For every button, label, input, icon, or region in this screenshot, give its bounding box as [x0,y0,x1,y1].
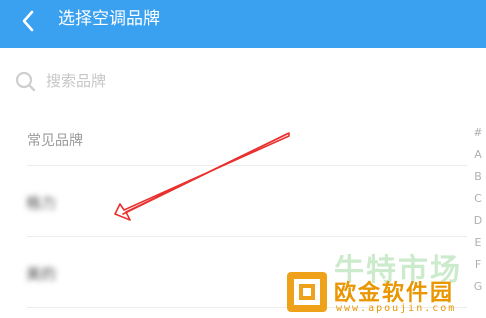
divider [27,307,467,308]
search-input[interactable] [46,68,406,94]
index-letter[interactable]: C [470,188,486,210]
search-icon [15,71,36,92]
brand-name: 格力 [26,194,57,212]
alphabet-index-bar[interactable]: # A B C D E F G [470,122,486,298]
index-letter[interactable]: # [470,122,486,144]
index-letter[interactable]: E [470,232,486,254]
title-bar: 选择空调品牌 [0,0,486,48]
chevron-left-icon[interactable] [16,8,42,34]
index-letter[interactable]: G [470,276,486,298]
section-header-common-brands: 常见品牌 [27,133,83,149]
brand-name: 美的 [26,265,57,283]
page-title: 选择空调品牌 [58,9,160,29]
index-letter[interactable]: D [470,210,486,232]
list-item-brand[interactable]: 格力 [0,166,470,236]
list-item-brand[interactable]: 美的 [0,237,470,307]
index-letter[interactable]: F [470,254,486,276]
search-bar[interactable] [10,62,430,102]
index-letter[interactable]: B [470,166,486,188]
index-letter[interactable]: A [470,144,486,166]
